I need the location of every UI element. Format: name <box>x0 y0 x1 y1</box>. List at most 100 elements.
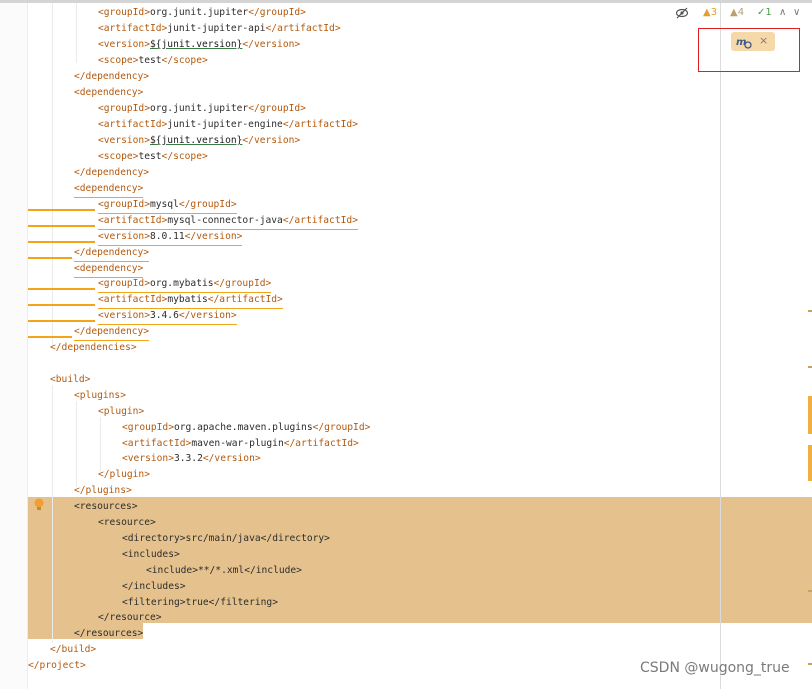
code-line[interactable]: <build> <box>0 372 812 388</box>
xml-open-tag: <artifactId> <box>98 294 168 305</box>
code-line[interactable]: <version>8.0.11</version> <box>0 229 812 246</box>
xml-open-tag: <includes> <box>122 549 180 560</box>
code-line[interactable]: <groupId>org.junit.jupiter</groupId> <box>0 5 812 21</box>
scroll-marker[interactable] <box>808 590 812 592</box>
weak-warnings-indicator[interactable]: ▲4 <box>730 5 744 21</box>
xml-open-tag: <dependency> <box>74 183 144 194</box>
code-line[interactable]: <dependency> <box>0 181 812 198</box>
code-line[interactable]: </dependency> <box>0 69 812 85</box>
xml-open-tag: <version> <box>122 453 174 464</box>
code-line[interactable]: <dependency> <box>0 261 812 278</box>
code-line[interactable]: <filtering>true</filtering> <box>0 595 812 611</box>
xml-close-tag: </includes> <box>122 581 186 592</box>
weak-warnings-count: 4 <box>737 7 745 18</box>
code-line[interactable]: <groupId>org.apache.maven.plugins</group… <box>0 420 812 436</box>
warnings-indicator[interactable]: ▲3 <box>703 5 717 21</box>
xml-open-tag: <artifactId> <box>98 215 168 226</box>
xml-text: **/*.xml <box>197 565 245 576</box>
code-line[interactable]: <version>3.3.2</version> <box>0 451 812 467</box>
xml-text: org.junit.jupiter <box>149 7 249 18</box>
code-line[interactable]: <plugin> <box>0 404 812 420</box>
code-line[interactable]: <directory>src/main/java</directory> <box>0 531 812 547</box>
code-line[interactable]: </dependency> <box>0 165 812 181</box>
xml-close-tag: </build> <box>50 644 97 655</box>
code-line[interactable]: <artifactId>junit-jupiter-engine</artifa… <box>0 117 812 133</box>
xml-text: test <box>138 55 162 66</box>
xml-close-tag: </project> <box>28 660 86 671</box>
xml-open-tag: <groupId> <box>98 103 150 114</box>
xml-open-tag: <scope> <box>98 151 139 162</box>
code-line[interactable]: <includes> <box>0 547 812 563</box>
xml-open-tag: <version> <box>98 231 150 242</box>
scroll-marker[interactable] <box>808 396 812 434</box>
code-line[interactable]: <include>**/*.xml</include> <box>0 563 812 579</box>
xml-close-tag: </version> <box>242 135 301 146</box>
xml-open-tag: <version> <box>98 310 150 321</box>
xml-property-ref: ${junit.version} <box>149 39 243 50</box>
xml-close-tag: </dependency> <box>74 326 150 337</box>
lightbulb-icon[interactable] <box>34 497 44 511</box>
code-line[interactable]: <groupId>mysql</groupId> <box>0 197 812 214</box>
code-line[interactable]: <artifactId>mysql-connector-java</artifa… <box>0 213 812 230</box>
code-line[interactable]: <dependency> <box>0 85 812 101</box>
code-line[interactable]: <version>3.4.6</version> <box>0 308 812 325</box>
code-line[interactable]: </dependency> <box>0 324 812 341</box>
code-line[interactable]: <scope>test</scope> <box>0 53 812 69</box>
xml-open-tag: <directory> <box>122 533 186 544</box>
code-line[interactable]: <resource> <box>0 515 812 531</box>
xml-open-tag: <resource> <box>98 517 156 528</box>
code-line[interactable]: <scope>test</scope> <box>0 149 812 165</box>
code-line[interactable]: </includes> <box>0 579 812 595</box>
code-line[interactable]: <version>${junit.version}</version> <box>0 37 812 53</box>
xml-close-tag: </plugin> <box>98 469 150 480</box>
xml-open-tag: <groupId> <box>98 199 150 210</box>
xml-open-tag: <plugins> <box>74 390 126 401</box>
next-problem-button[interactable]: ∨ <box>793 5 800 21</box>
scroll-marker[interactable] <box>808 366 812 368</box>
code-line[interactable]: </dependency> <box>0 245 812 262</box>
xml-open-tag: <artifactId> <box>98 23 168 34</box>
xml-text: mybatis <box>167 294 208 305</box>
code-line[interactable]: </dependencies> <box>0 340 812 356</box>
xml-text: junit-jupiter-api <box>167 23 266 34</box>
xml-open-tag: <groupId> <box>98 278 150 289</box>
xml-close-tag: </version> <box>178 310 237 321</box>
xml-close-tag: </groupId> <box>248 7 306 18</box>
close-icon[interactable]: × <box>759 34 768 47</box>
xml-open-tag: <include> <box>146 565 198 576</box>
code-line[interactable]: </plugin> <box>0 467 812 483</box>
typos-indicator[interactable]: ✓1 <box>757 5 772 21</box>
scroll-marker[interactable] <box>808 445 812 481</box>
code-line[interactable]: <artifactId>junit-jupiter-api</artifactI… <box>0 21 812 37</box>
code-line[interactable]: </build> <box>0 642 812 658</box>
code-editor[interactable]: <groupId>org.junit.jupiter</groupId> <ar… <box>0 0 812 689</box>
code-line[interactable]: <artifactId>mybatis</artifactId> <box>0 292 812 309</box>
previous-problem-button[interactable]: ∧ <box>779 5 786 21</box>
xml-text: true <box>185 597 209 608</box>
maven-reload-popup[interactable]: m × <box>731 32 775 51</box>
code-line[interactable]: <artifactId>maven-war-plugin</artifactId… <box>0 436 812 452</box>
xml-close-tag: </artifactId> <box>282 119 358 130</box>
code-line[interactable]: <groupId>org.mybatis</groupId> <box>0 276 812 293</box>
scroll-marker[interactable] <box>808 663 812 665</box>
xml-close-tag: </artifactId> <box>283 438 359 449</box>
code-line[interactable]: </plugins> <box>0 483 812 499</box>
maven-reload-icon[interactable]: m <box>736 34 752 53</box>
xml-open-tag: <groupId> <box>122 422 174 433</box>
xml-text: mysql <box>149 199 179 210</box>
xml-close-tag: </artifactId> <box>265 23 341 34</box>
reader-mode-icon[interactable] <box>675 5 689 21</box>
xml-close-tag: </version> <box>242 39 301 50</box>
code-line[interactable]: <plugins> <box>0 388 812 404</box>
xml-open-tag: <build> <box>50 374 91 385</box>
weak-warning-icon: ▲ <box>730 7 738 18</box>
code-line[interactable]: </resource> <box>0 610 812 626</box>
xml-close-tag: </filtering> <box>208 597 278 608</box>
warning-icon: ▲ <box>703 7 711 18</box>
code-line[interactable]: <version>${junit.version}</version> <box>0 133 812 149</box>
code-line[interactable]: </resources> <box>0 626 812 642</box>
scroll-marker[interactable] <box>808 310 812 312</box>
code-line[interactable]: <groupId>org.junit.jupiter</groupId> <box>0 101 812 117</box>
code-line[interactable]: <resources> <box>0 499 812 515</box>
xml-text: 3.4.6 <box>149 310 179 321</box>
